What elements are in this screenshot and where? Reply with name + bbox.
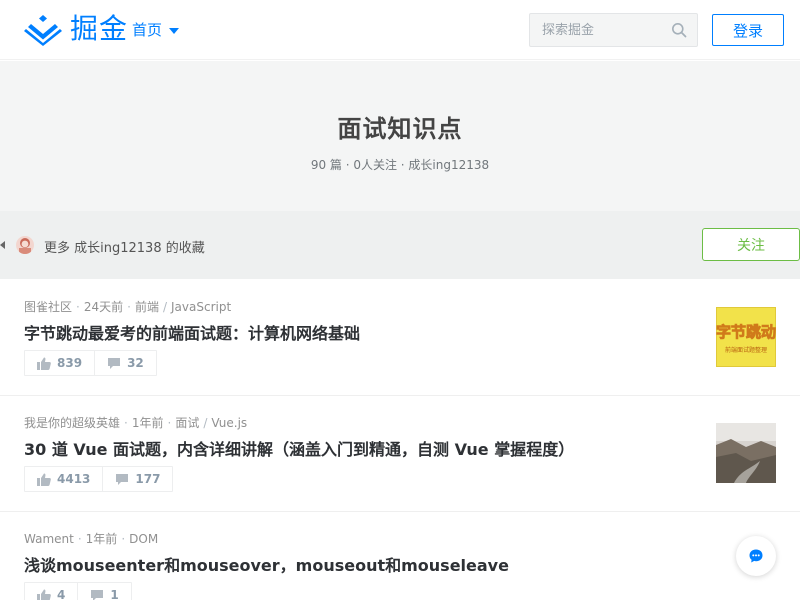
article-category[interactable]: 前端 xyxy=(135,300,159,314)
article-time: 24天前 xyxy=(83,300,124,314)
comment-icon xyxy=(116,473,129,485)
comment-icon xyxy=(108,357,121,369)
chat-bubble-icon xyxy=(749,549,763,563)
thumbs-up-icon xyxy=(37,473,51,486)
article-author[interactable]: Wament xyxy=(24,532,74,546)
article-item[interactable]: Wament · 1年前 · DOM 浅谈mouseenter和mouseover，mo… xyxy=(0,512,800,600)
follow-button[interactable]: 关注 xyxy=(702,228,800,261)
article-author[interactable]: 我是你的超级英雄 xyxy=(24,416,120,430)
collection-banner: 面试知识点 90 篇 · 0人关注 · 成长ing12138 xyxy=(0,61,800,211)
article-time: 1年前 xyxy=(85,532,118,546)
logo[interactable]: 掘金 xyxy=(24,12,128,46)
article-meta: 图雀社区 · 24天前 · 前端 / JavaScript xyxy=(24,300,232,314)
article-item[interactable]: 我是你的超级英雄 · 1年前 · 面试 / Vue.js 30 道 Vue 面试题，内含详细… xyxy=(0,396,800,512)
top-header: 掘金 首页 登录 xyxy=(0,0,800,60)
comment-icon xyxy=(91,589,104,600)
like-count: 4413 xyxy=(57,472,91,486)
article-category[interactable]: 面试 xyxy=(175,416,199,430)
nav-home-dropdown[interactable]: 首页 xyxy=(132,19,180,40)
article-tag[interactable]: JavaScript xyxy=(171,300,231,314)
thumb-text: 字节跳动 xyxy=(716,323,776,341)
collection-title: 面试知识点 xyxy=(337,115,463,143)
article-tag[interactable]: Vue.js xyxy=(211,416,247,430)
comment-button[interactable]: 177 xyxy=(102,467,172,491)
article-title[interactable]: 浅谈mouseenter和mouseover，mouseout和mouselea… xyxy=(24,552,509,576)
article-author[interactable]: 图雀社区 xyxy=(24,300,72,314)
search-input[interactable] xyxy=(530,14,660,46)
thumbs-up-icon xyxy=(37,589,51,600)
chat-button[interactable] xyxy=(736,536,776,576)
avatar[interactable] xyxy=(16,236,34,254)
thumb-subtext: 前端面试题整理 xyxy=(725,346,767,354)
brand-name: 掘金 xyxy=(70,12,129,45)
collection-owner-bar: 更多 成长ing12138 的收藏 关注 xyxy=(0,211,800,279)
like-button[interactable]: 4413 xyxy=(25,467,102,491)
article-actions: 4413 177 xyxy=(24,466,174,492)
left-arrow-icon[interactable] xyxy=(0,241,5,249)
nav-home-label: 首页 xyxy=(132,21,163,39)
juejin-logo-icon xyxy=(24,15,62,46)
article-title[interactable]: 字节跳动最爱考的前端面试题：计算机网络基础 xyxy=(24,320,360,344)
search-box xyxy=(529,13,698,47)
article-meta: Wament · 1年前 · DOM xyxy=(24,532,159,546)
comment-count: 177 xyxy=(135,472,161,486)
like-count: 4 xyxy=(57,588,66,600)
comment-button[interactable]: 32 xyxy=(94,351,156,375)
article-item[interactable]: 图雀社区 · 24天前 · 前端 / JavaScript 字节跳动最爱考的前端面试题：计算… xyxy=(0,280,800,396)
caret-down-icon xyxy=(169,27,180,34)
article-actions: 839 32 xyxy=(24,350,157,376)
article-time: 1年前 xyxy=(131,416,164,430)
like-count: 839 xyxy=(57,356,83,370)
article-tag[interactable]: DOM xyxy=(129,532,158,546)
article-actions: 4 1 xyxy=(24,582,132,600)
like-button[interactable]: 4 xyxy=(25,583,77,600)
thumbs-up-icon xyxy=(37,357,51,370)
article-thumbnail[interactable]: 字节跳动 前端面试题整理 xyxy=(716,307,776,367)
article-title[interactable]: 30 道 Vue 面试题，内含详细讲解（涵盖入门到精通，自测 Vue 掌握程度） xyxy=(24,436,574,460)
article-meta: 我是你的超级英雄 · 1年前 · 面试 / Vue.js xyxy=(24,416,248,430)
like-button[interactable]: 839 xyxy=(25,351,94,375)
article-thumbnail[interactable] xyxy=(716,423,776,483)
collection-stats: 90 篇 · 0人关注 · 成长ing12138 xyxy=(310,158,490,172)
comment-count: 32 xyxy=(127,356,144,370)
search-icon[interactable] xyxy=(671,22,687,38)
comment-button[interactable]: 1 xyxy=(77,583,130,600)
login-button[interactable]: 登录 xyxy=(712,14,784,46)
comment-count: 1 xyxy=(110,588,119,600)
owner-collection-link[interactable]: 更多 成长ing12138 的收藏 xyxy=(44,237,205,256)
